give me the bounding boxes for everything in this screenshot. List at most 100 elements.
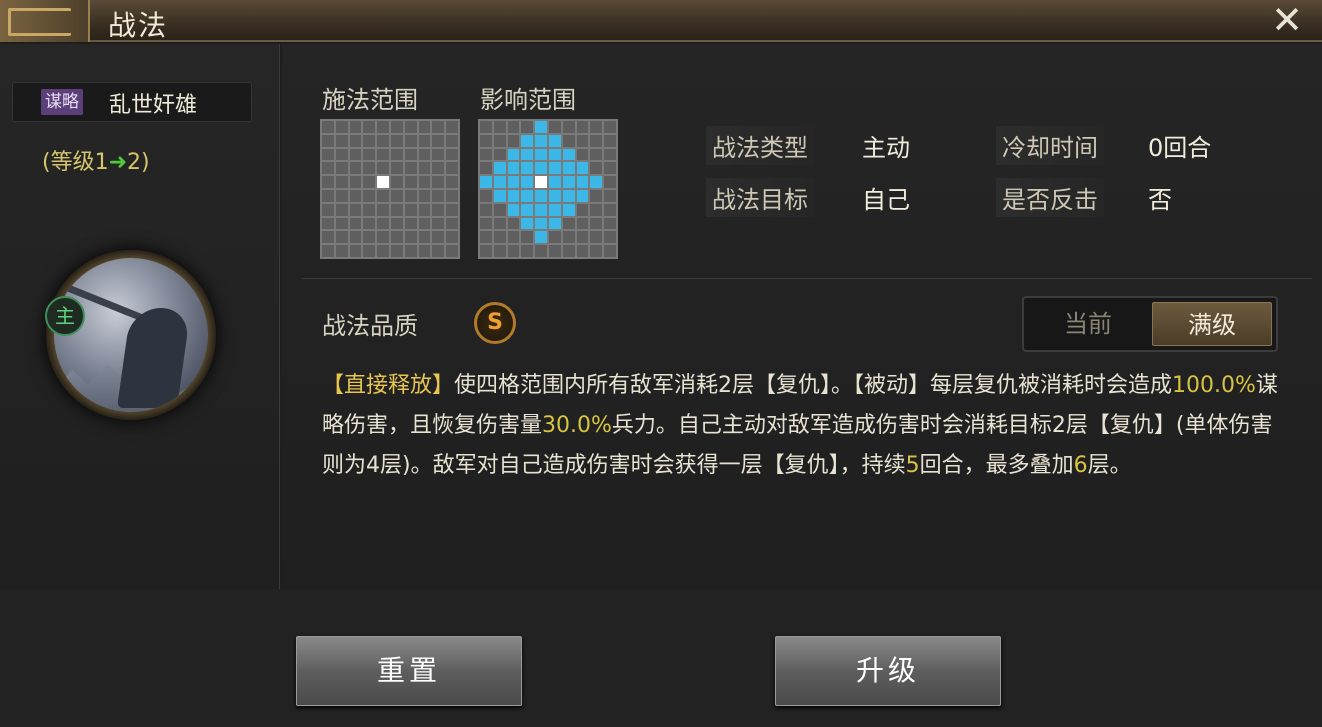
grid-cell [576, 121, 589, 133]
cooldown-value: 0回合 [1148, 134, 1212, 162]
grid-cell [391, 134, 403, 147]
section-divider [302, 278, 1312, 279]
grid-cell [604, 121, 616, 133]
grid-cell [418, 231, 431, 244]
grid-cell [418, 245, 431, 257]
grid-cell [562, 176, 575, 188]
grid-cell [377, 203, 389, 216]
grid-cell [493, 190, 506, 202]
grid-cell [391, 121, 403, 133]
grid-cell [404, 190, 417, 202]
skill-type-tag: 谋略 [41, 89, 83, 115]
upgrade-button[interactable]: 升级 [775, 636, 1001, 706]
grid-cell [521, 217, 534, 230]
grid-cell [418, 190, 431, 202]
grid-cell [335, 176, 348, 188]
grid-cell [349, 217, 362, 230]
grid-cell [349, 162, 362, 175]
grid-cell [349, 231, 362, 244]
grid-cell [363, 162, 376, 175]
grid-cell [480, 217, 492, 230]
grid-cell [576, 231, 589, 244]
grid-cell [493, 148, 506, 161]
tab-max-level[interactable]: 满级 [1152, 302, 1272, 346]
portrait-image [54, 258, 208, 412]
skill-type-value: 主动 [862, 134, 910, 162]
grid-cell [432, 231, 445, 244]
grid-cell [377, 148, 389, 161]
grid-cell [549, 245, 561, 257]
grid-cell [480, 245, 492, 257]
effect-range-grid [478, 119, 618, 259]
close-icon[interactable]: ✕ [1268, 1, 1306, 40]
grid-cell [493, 176, 506, 188]
grid-cell [363, 176, 376, 188]
grid-cell [377, 217, 389, 230]
grid-cell [576, 203, 589, 216]
skill-target-value: 自己 [862, 186, 910, 214]
grid-cell [349, 245, 362, 257]
grid-cell [322, 134, 334, 147]
grid-cell [404, 134, 417, 147]
grid-cell [590, 148, 603, 161]
grid-cell [404, 203, 417, 216]
grid-cell [446, 121, 458, 133]
grid-cell [377, 121, 389, 133]
arrow-right-icon: ➜ [108, 150, 128, 175]
grid-cell [349, 121, 362, 133]
grid-cell [549, 148, 561, 161]
grid-cell [562, 134, 575, 147]
grid-cell [480, 148, 492, 161]
grid-cell [535, 231, 547, 244]
grid-cell [507, 121, 520, 133]
grid-cell [590, 245, 603, 257]
grid-cell [507, 190, 520, 202]
grid-cell [480, 134, 492, 147]
grid-cell [432, 176, 445, 188]
grid-cell [322, 231, 334, 244]
grid-cell [432, 203, 445, 216]
grid-cell [562, 190, 575, 202]
grid-cell [404, 148, 417, 161]
grid-cell [604, 162, 616, 175]
grid-cell [391, 203, 403, 216]
grid-cell [493, 162, 506, 175]
main-skill-badge: 主 [45, 296, 85, 336]
grid-cell [576, 245, 589, 257]
effect-range-label: 影响范围 [480, 86, 576, 114]
quality-badge: S [474, 302, 516, 344]
grid-cell [549, 134, 561, 147]
grid-cell [576, 217, 589, 230]
cooldown-label: 冷却时间 [996, 126, 1104, 165]
grid-cell [432, 217, 445, 230]
counter-value: 否 [1148, 186, 1172, 214]
grid-cell [363, 245, 376, 257]
grid-cell [363, 203, 376, 216]
grid-cell [404, 245, 417, 257]
grid-cell [418, 217, 431, 230]
grid-cell [335, 190, 348, 202]
grid-cell [404, 121, 417, 133]
grid-cell [576, 148, 589, 161]
grid-cell [446, 217, 458, 230]
grid-cell [507, 162, 520, 175]
grid-cell [590, 162, 603, 175]
grid-cell [507, 217, 520, 230]
grid-cell [391, 190, 403, 202]
grid-cell [521, 176, 534, 188]
grid-cell [349, 148, 362, 161]
skill-description: 【直接释放】使四格范围内所有敌军消耗2层【复仇】。【被动】每层复仇被消耗时会造成… [322, 373, 1278, 478]
grid-cell [535, 245, 547, 257]
grid-cell [590, 203, 603, 216]
level-progress: (等级1➜2) [42, 144, 150, 176]
tab-current[interactable]: 当前 [1028, 302, 1148, 346]
grid-cell [590, 134, 603, 147]
grid-cell [535, 121, 547, 133]
grid-cell [521, 162, 534, 175]
reset-button[interactable]: 重置 [296, 636, 522, 706]
grid-cell [576, 176, 589, 188]
grid-cell [562, 162, 575, 175]
level-current: (等级1 [42, 150, 109, 175]
grid-cell [335, 134, 348, 147]
grid-cell [493, 134, 506, 147]
